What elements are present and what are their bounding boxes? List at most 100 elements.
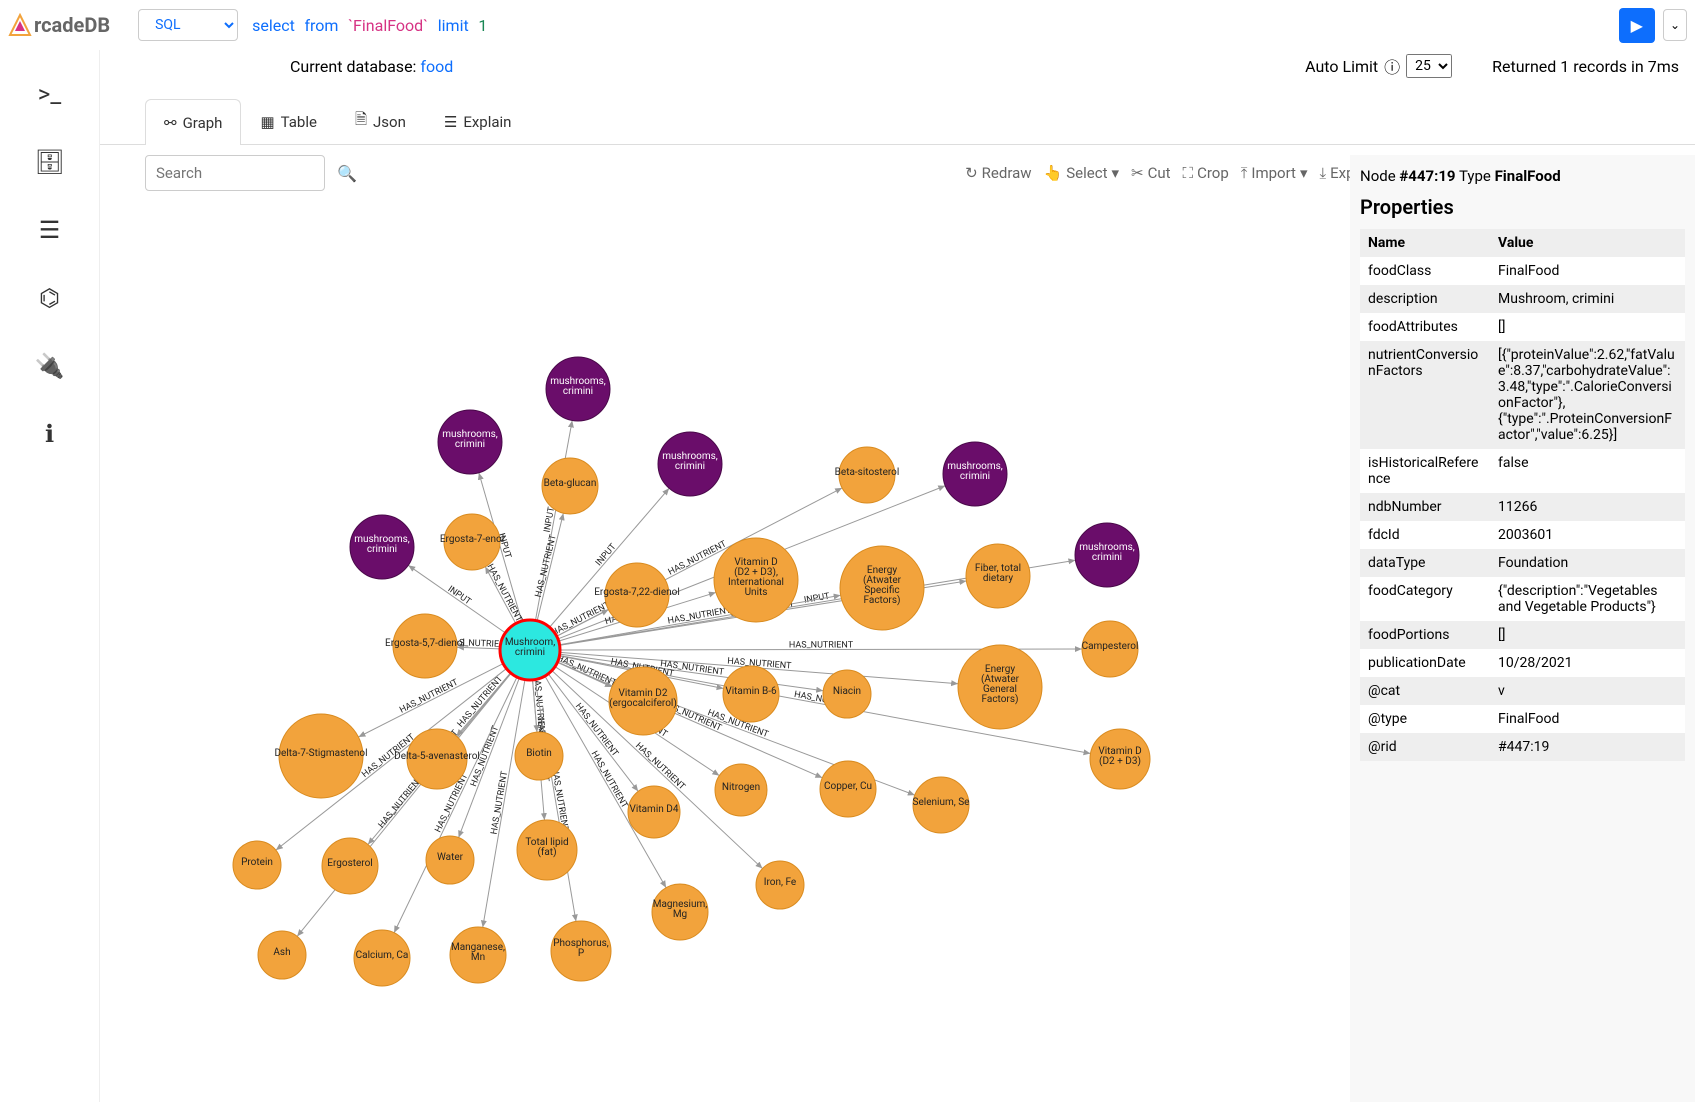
result-status: Returned 1 records in 7ms bbox=[1492, 57, 1679, 76]
svg-text:Copper, Cu: Copper, Cu bbox=[824, 781, 872, 792]
graph-node[interactable]: mushrooms,crimini bbox=[350, 515, 414, 579]
svg-text:HAS_NUTRIENT: HAS_NUTRIENT bbox=[484, 563, 523, 625]
graph-node[interactable]: Energy(AtwaterGeneralFactors) bbox=[958, 645, 1042, 729]
crop-button[interactable]: ⛶ Crop bbox=[1183, 164, 1229, 182]
query-editor[interactable]: select from `FinalFood` limit 1 bbox=[246, 10, 1611, 41]
svg-text:Nitrogen: Nitrogen bbox=[722, 782, 760, 793]
svg-text:Vitamin D2(ergocalciferol): Vitamin D2(ergocalciferol) bbox=[609, 688, 677, 709]
plugin-icon[interactable]: 🔌 bbox=[35, 352, 65, 380]
table-row: foodCategory{"description":"Vegetables a… bbox=[1360, 577, 1685, 621]
graph-node[interactable]: Ergosta-5,7-dienol bbox=[385, 614, 465, 678]
help-icon[interactable]: ⓘ bbox=[1384, 54, 1400, 78]
table-row: dataTypeFoundation bbox=[1360, 549, 1685, 577]
svg-text:Ash: Ash bbox=[273, 947, 290, 958]
graph-node[interactable]: mushrooms,crimini bbox=[658, 432, 722, 496]
svg-text:HAS_NUTRIENT: HAS_NUTRIENT bbox=[398, 677, 460, 715]
svg-text:Energy(AtwaterSpecificFactors): Energy(AtwaterSpecificFactors) bbox=[863, 565, 902, 606]
graph-node[interactable]: Ash bbox=[258, 931, 306, 979]
graph-node[interactable]: mushrooms,crimini bbox=[1075, 523, 1139, 587]
svg-text:HAS_NUTRIENT: HAS_NUTRIENT bbox=[550, 600, 612, 639]
info-icon[interactable]: ℹ bbox=[45, 420, 54, 448]
graph-node[interactable]: Vitamin D(D2 + D3),InternationalUnits bbox=[714, 538, 798, 622]
auto-limit-select[interactable]: 25 bbox=[1406, 54, 1452, 78]
svg-text:Water: Water bbox=[437, 852, 464, 863]
current-database-label: Current database: food bbox=[290, 57, 453, 76]
table-row: publicationDate10/28/2021 bbox=[1360, 649, 1685, 677]
svg-text:Ergosta-7-enol: Ergosta-7-enol bbox=[440, 534, 504, 545]
graph-node[interactable]: Copper, Cu bbox=[820, 761, 876, 817]
graph-node[interactable]: Vitamin B-6 bbox=[723, 666, 779, 722]
language-select[interactable]: SQL bbox=[138, 9, 238, 41]
graph-node[interactable]: Vitamin D(D2 + D3) bbox=[1090, 729, 1150, 789]
redraw-button[interactable]: ↻ Redraw bbox=[965, 164, 1031, 182]
graph-node[interactable]: Magnesium,Mg bbox=[652, 884, 708, 940]
graph-node[interactable]: Beta-sitosterol bbox=[835, 447, 900, 503]
node-title: Node #447:19 Type FinalFood bbox=[1360, 167, 1685, 185]
svg-text:HAS_NUTRIENT: HAS_NUTRIENT bbox=[534, 533, 559, 598]
graph-node[interactable]: Phosphorus,P bbox=[551, 921, 611, 981]
graph-node[interactable]: Water bbox=[426, 836, 474, 884]
graph-node[interactable]: mushrooms,crimini bbox=[438, 410, 502, 474]
svg-text:HAS_NUTRIENT: HAS_NUTRIENT bbox=[589, 750, 630, 811]
svg-text:Energy(AtwaterGeneralFactors): Energy(AtwaterGeneralFactors) bbox=[981, 664, 1020, 705]
tab-json[interactable]: 🗎 Json bbox=[336, 98, 425, 144]
import-button[interactable]: ⤒ Import ▾ bbox=[1241, 164, 1308, 182]
table-row: foodAttributes[] bbox=[1360, 313, 1685, 341]
run-button[interactable]: ▶ bbox=[1619, 8, 1655, 43]
svg-text:Campesterol: Campesterol bbox=[1082, 641, 1139, 652]
graph-node[interactable]: mushrooms,crimini bbox=[546, 357, 610, 421]
graph-node[interactable]: Nitrogen bbox=[715, 764, 767, 816]
console-icon[interactable]: >_ bbox=[38, 80, 61, 108]
graph-node[interactable]: Niacin bbox=[823, 670, 871, 718]
graph-node[interactable]: Mushroom,crimini bbox=[500, 620, 560, 680]
app-logo: rcadeDB bbox=[8, 13, 110, 37]
graph-node[interactable]: Biotin bbox=[515, 732, 563, 780]
tab-explain[interactable]: ☰ Explain bbox=[425, 98, 531, 144]
svg-text:Delta-5-avenasterol: Delta-5-avenasterol bbox=[394, 751, 480, 762]
database-icon[interactable]: 🗄 bbox=[34, 148, 64, 176]
properties-table: NameValue foodClassFinalFooddescriptionM… bbox=[1360, 229, 1685, 761]
graph-node[interactable]: Calcium, Ca bbox=[354, 930, 410, 986]
graph-node[interactable]: Delta-7-Stigmastenol bbox=[274, 714, 367, 798]
svg-text:INPUT: INPUT bbox=[803, 592, 831, 606]
svg-text:Selenium, Se: Selenium, Se bbox=[913, 797, 970, 808]
search-icon[interactable]: 🔍 bbox=[337, 164, 357, 183]
svg-text:Niacin: Niacin bbox=[833, 686, 861, 697]
auto-limit-label: Auto Limit bbox=[1305, 57, 1378, 76]
graph-node[interactable]: Protein bbox=[233, 841, 281, 889]
graph-node[interactable]: Total lipid(fat) bbox=[517, 820, 577, 880]
table-row: ndbNumber11266 bbox=[1360, 493, 1685, 521]
svg-text:Biotin: Biotin bbox=[526, 748, 552, 759]
tab-graph[interactable]: ⚯ Graph bbox=[145, 99, 241, 145]
graph-node[interactable]: Vitamin D2(ergocalciferol) bbox=[609, 667, 677, 735]
graph-node[interactable]: Selenium, Se bbox=[913, 777, 970, 833]
svg-text:Beta-sitosterol: Beta-sitosterol bbox=[835, 467, 900, 478]
svg-text:Ergosterol: Ergosterol bbox=[327, 858, 372, 869]
graph-node[interactable]: Ergosterol bbox=[322, 838, 378, 894]
table-row: @catv bbox=[1360, 677, 1685, 705]
graph-node[interactable]: Energy(AtwaterSpecificFactors) bbox=[840, 546, 924, 630]
graph-node[interactable]: Beta-glucan bbox=[542, 458, 598, 514]
cut-button[interactable]: ✂ Cut bbox=[1131, 164, 1171, 182]
schema-icon[interactable]: ⌬ bbox=[39, 284, 60, 312]
run-dropdown[interactable]: ⌄ bbox=[1663, 9, 1687, 41]
svg-text:HAS_NUTRIENT: HAS_NUTRIENT bbox=[789, 640, 854, 650]
graph-node[interactable]: Campesterol bbox=[1082, 621, 1139, 677]
graph-node[interactable]: Manganese,Mn bbox=[450, 927, 506, 983]
svg-text:HAS_NUTRIENT: HAS_NUTRIENT bbox=[490, 770, 511, 836]
tab-table[interactable]: ▦ Table bbox=[241, 98, 336, 144]
svg-text:Ergosta-5,7-dienol: Ergosta-5,7-dienol bbox=[385, 638, 465, 649]
database-link[interactable]: food bbox=[420, 57, 453, 76]
graph-node[interactable]: Iron, Fe bbox=[756, 861, 804, 909]
svg-text:Calcium, Ca: Calcium, Ca bbox=[356, 950, 409, 961]
logo-text: rcadeDB bbox=[34, 13, 110, 37]
select-button[interactable]: 👆 Select ▾ bbox=[1044, 164, 1119, 182]
table-row: isHistoricalReferencefalse bbox=[1360, 449, 1685, 493]
graph-node[interactable]: Ergosta-7-enol bbox=[440, 514, 504, 570]
graph-node[interactable]: Vitamin D4 bbox=[628, 786, 680, 838]
server-icon[interactable]: ☰ bbox=[39, 216, 61, 244]
table-row: fdcId2003601 bbox=[1360, 521, 1685, 549]
graph-node[interactable]: Fiber, totaldietary bbox=[966, 544, 1030, 608]
graph-node[interactable]: mushrooms,crimini bbox=[943, 442, 1007, 506]
graph-canvas[interactable]: INPUTINPUTINPUTINPUTINPUTINPUTHAS_NUTRIE… bbox=[100, 185, 1345, 1102]
